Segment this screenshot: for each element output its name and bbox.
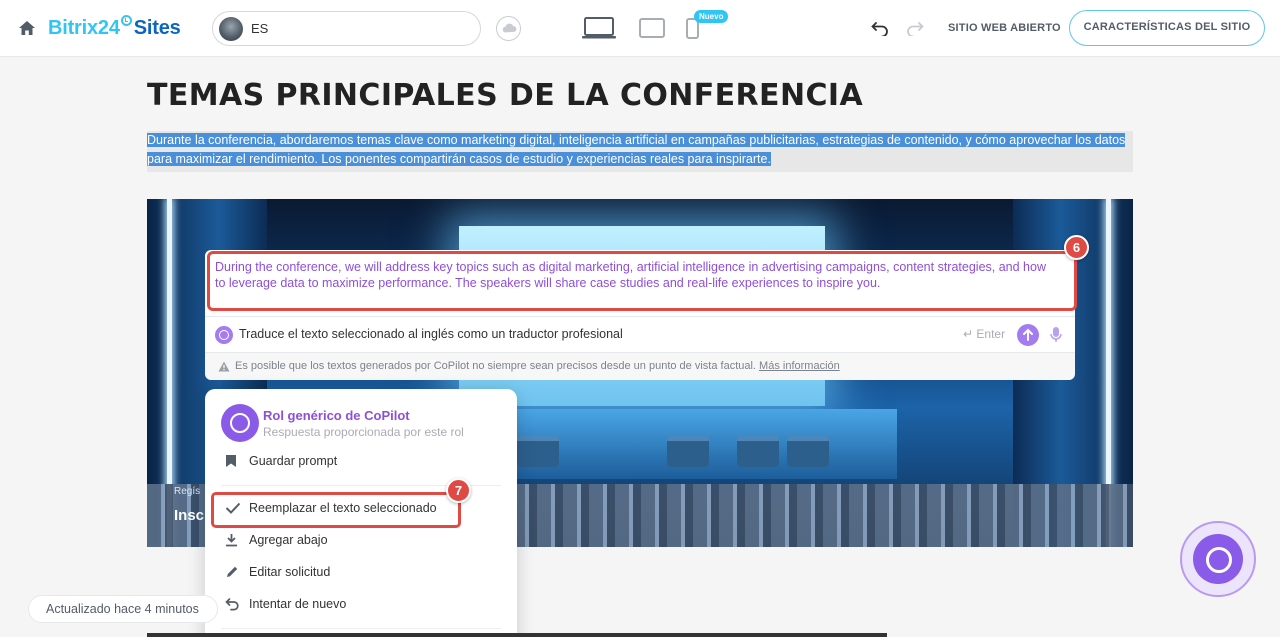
copilot-icon <box>1193 534 1243 584</box>
more-info-link[interactable]: Más información <box>759 360 840 372</box>
bookmark-icon <box>226 455 236 467</box>
open-site-link[interactable]: SITIO WEB ABIERTO <box>948 22 1061 34</box>
site-thumbnail <box>219 17 243 41</box>
copilot-floating-button[interactable] <box>1180 521 1256 597</box>
warning-message: Es posible que los textos generados por … <box>235 360 756 372</box>
copilot-prompt-bar[interactable]: Traduce el texto seleccionado al inglés … <box>205 316 1075 352</box>
menu-item-label: Guardar prompt <box>249 454 338 468</box>
hero-button-text[interactable]: Insc <box>174 507 204 524</box>
redo-icon[interactable] <box>906 20 924 36</box>
site-selector[interactable]: ES <box>212 11 481 46</box>
copilot-role-avatar <box>221 404 259 442</box>
stage-chair <box>787 435 829 467</box>
stage-chair <box>737 435 779 467</box>
download-icon <box>226 534 237 547</box>
step-badge-6: 6 <box>1064 235 1089 260</box>
new-badge: Nuevo <box>694 10 729 23</box>
step-badge-7: 7 <box>446 478 471 503</box>
site-features-button[interactable]: CARACTERÍSTICAS DEL SITIO <box>1069 10 1265 46</box>
highlight-frame-7 <box>211 492 461 528</box>
menu-item-try-again[interactable]: Intentar de nuevo <box>205 590 517 620</box>
logo-main-text: Bitrix24 <box>48 17 120 39</box>
hero-small-text: Regís <box>174 486 201 497</box>
menu-item-label: Intentar de nuevo <box>249 597 347 611</box>
bitrix24-sites-logo[interactable]: Bitrix24 Sites <box>48 15 181 40</box>
warning-text: Es posible que los textos generados por … <box>235 360 840 372</box>
clock-icon <box>120 15 132 26</box>
menu-item-label: Editar solicitud <box>249 565 331 579</box>
pencil-icon <box>227 566 238 577</box>
arrow-up-icon <box>1023 328 1033 341</box>
send-button[interactable] <box>1017 324 1039 346</box>
role-subtitle: Respuesta proporcionada por este rol <box>263 425 464 439</box>
stage-chair <box>517 435 559 467</box>
enter-hint: ↵ Enter <box>963 327 1005 341</box>
logo-sites-text: Sites <box>133 17 181 39</box>
page-title[interactable]: TEMAS PRINCIPALES DE LA CONFERENCIA <box>147 78 863 113</box>
highlight-frame-6 <box>207 251 1077 311</box>
tablet-icon[interactable] <box>639 18 665 38</box>
menu-item-edit-request[interactable]: Editar solicitud <box>205 558 517 588</box>
home-icon[interactable] <box>18 20 36 36</box>
copilot-icon <box>215 326 233 344</box>
cloud-icon <box>502 23 517 33</box>
stage-chair <box>667 435 709 467</box>
enter-hint-label: Enter <box>976 327 1006 341</box>
enter-arrow-icon: ↵ <box>963 327 974 341</box>
menu-item-save-prompt[interactable]: Guardar prompt <box>205 447 517 477</box>
copilot-warning: Es posible que los textos generados por … <box>205 352 1075 380</box>
microphone-icon[interactable] <box>1050 326 1062 344</box>
role-name[interactable]: Rol genérico de CoPilot <box>263 408 410 423</box>
menu-item-add-below[interactable]: Agregar abajo <box>205 526 517 556</box>
warning-icon <box>218 361 230 372</box>
laptop-icon[interactable] <box>582 17 616 39</box>
undo-icon <box>225 598 239 611</box>
paragraph-line-1: Durante la conferencia, abordaremos tema… <box>147 133 1126 147</box>
top-bar: Bitrix24 Sites ES Nuevo SITIO WEB ABIERTO… <box>0 0 1280 57</box>
menu-item-label: Agregar abajo <box>249 533 328 547</box>
next-block-edge <box>147 633 887 637</box>
menu-divider <box>221 628 501 629</box>
selected-paragraph[interactable]: Durante la conferencia, abordaremos tema… <box>147 131 1133 169</box>
site-language-label: ES <box>251 21 269 36</box>
last-updated-status: Actualizado hace 4 minutos <box>28 595 218 623</box>
cloud-save-button[interactable] <box>496 16 521 41</box>
undo-icon[interactable] <box>871 20 889 36</box>
paragraph-line-2: para maximizar el rendimiento. Los ponen… <box>147 152 771 166</box>
paragraph-block[interactable]: Durante la conferencia, abordaremos tema… <box>147 131 1133 172</box>
prompt-input[interactable]: Traduce el texto seleccionado al inglés … <box>239 327 623 341</box>
